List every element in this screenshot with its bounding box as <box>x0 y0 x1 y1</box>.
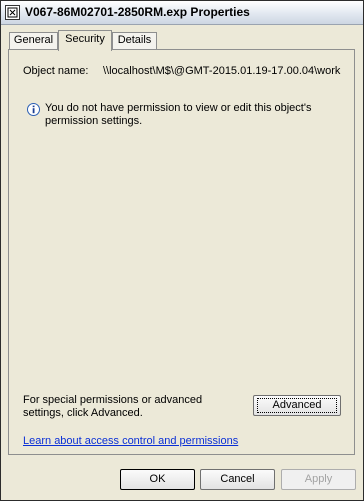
tab-general[interactable]: General <box>9 32 58 49</box>
security-panel: Object name: \\localhost\M$\@GMT-2015.01… <box>8 49 355 455</box>
ok-button[interactable]: OK <box>120 469 195 490</box>
info-icon <box>27 103 40 116</box>
permission-message: You do not have permission to view or ed… <box>45 102 312 127</box>
dialog-footer: OK Cancel Apply <box>1 455 363 500</box>
apply-button[interactable]: Apply <box>281 469 356 490</box>
cancel-button[interactable]: Cancel <box>200 469 275 490</box>
focus-rect <box>257 398 337 413</box>
advanced-button[interactable]: Advanced <box>253 395 341 416</box>
object-name-label: Object name: <box>23 65 89 77</box>
tab-general-label: General <box>13 34 54 46</box>
object-name-value: \\localhost\M$\@GMT-2015.01.19-17.00.04\… <box>103 65 341 77</box>
learn-access-control-link[interactable]: Learn about access control and permissio… <box>23 435 238 447</box>
tab-details[interactable]: Details <box>112 32 157 49</box>
advanced-hint: For special permissions or advanced sett… <box>23 394 203 419</box>
file-properties-icon <box>5 5 20 20</box>
window-title: V067-86M02701-2850RM.exp Properties <box>25 5 250 19</box>
apply-button-label: Apply <box>304 473 333 485</box>
tab-details-label: Details <box>117 34 152 46</box>
tab-security[interactable]: Security <box>58 30 112 51</box>
ok-button-label: OK <box>149 473 166 485</box>
title-bar[interactable]: V067-86M02701-2850RM.exp Properties <box>1 1 363 25</box>
properties-dialog: V067-86M02701-2850RM.exp Properties Gene… <box>0 0 364 501</box>
tab-security-label: Security <box>65 33 105 45</box>
cancel-button-label: Cancel <box>220 473 255 485</box>
